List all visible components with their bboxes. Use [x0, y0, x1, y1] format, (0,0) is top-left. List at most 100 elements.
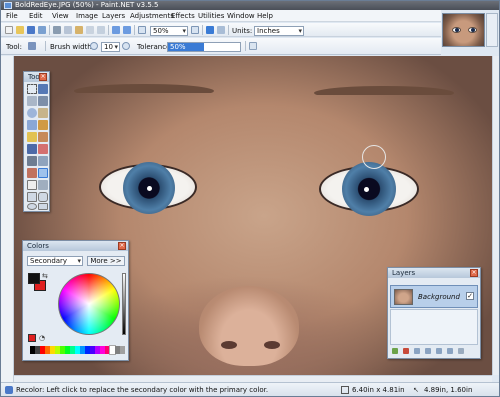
merge-layer-down-icon[interactable] [425, 348, 431, 354]
brush-width-increase-icon[interactable] [122, 42, 130, 50]
horizontal-scrollbar[interactable] [14, 375, 492, 382]
paintnet-app-icon [4, 2, 12, 9]
paint-bucket-icon[interactable] [27, 132, 37, 142]
paste-icon[interactable] [75, 26, 83, 34]
recolor-tool-icon[interactable] [28, 42, 36, 50]
copy-icon[interactable] [64, 26, 72, 34]
antialiasing-icon[interactable] [249, 42, 257, 50]
units-dropdown[interactable]: Inches [254, 26, 304, 36]
palette-current-color[interactable] [28, 334, 36, 342]
window-title: BoldRedEye.JPG (50%) - Paint.NET v3.5.5 [15, 1, 159, 9]
lasso-select-icon[interactable] [27, 96, 37, 106]
color-picker-icon[interactable] [38, 156, 48, 166]
move-selected-icon[interactable] [38, 96, 48, 106]
menu-effects[interactable]: Effects [171, 10, 195, 22]
ellipse-select-icon[interactable] [27, 108, 37, 118]
grid-icon[interactable] [217, 26, 225, 34]
colors-window-titlebar[interactable]: Colors × [23, 241, 128, 251]
zoom-tool-icon[interactable] [38, 108, 48, 118]
menu-adjustments[interactable]: Adjustments [130, 10, 174, 22]
status-cursor-position: 4.89in, 1.60in [424, 386, 473, 394]
toolbar-separator [202, 25, 203, 35]
recolor-icon[interactable] [38, 168, 48, 178]
freeform-shape-icon[interactable] [38, 203, 48, 210]
zoom-value: 50% [153, 27, 169, 35]
menu-layers[interactable]: Layers [102, 10, 125, 22]
layer-properties-icon[interactable] [458, 348, 464, 354]
menu-image[interactable]: Image [76, 10, 98, 22]
layers-list-area [390, 309, 478, 345]
brush-width-decrease-icon[interactable] [90, 42, 98, 50]
thumbnail-scroll-button[interactable] [486, 13, 498, 47]
brush-width-field[interactable]: 10 [101, 42, 120, 52]
menu-utilities[interactable]: Utilities [198, 10, 224, 22]
palette-swatch[interactable] [120, 346, 125, 354]
image-size-icon [341, 386, 349, 394]
undo-icon[interactable] [112, 26, 120, 34]
rounded-rectangle-icon[interactable] [38, 192, 48, 202]
pencil-icon[interactable] [27, 156, 37, 166]
menu-view[interactable]: View [52, 10, 69, 22]
brush-cursor [362, 145, 386, 169]
line-curve-icon[interactable] [38, 180, 48, 190]
rectangle-select-icon[interactable] [27, 84, 37, 94]
color-mode-dropdown[interactable]: Secondary [27, 256, 83, 266]
vertical-scrollbar[interactable] [492, 56, 499, 375]
text-tool-icon[interactable] [27, 180, 37, 190]
ellipse-icon[interactable] [27, 203, 37, 210]
paintbrush-icon[interactable] [27, 144, 37, 154]
rectangle-icon[interactable] [27, 192, 37, 202]
tolerance-slider[interactable]: 50% [167, 42, 241, 52]
more-colors-button[interactable]: More >> [87, 256, 125, 266]
layers-close-icon[interactable]: × [470, 269, 478, 277]
primary-color-swatch[interactable] [28, 273, 40, 284]
move-layer-down-icon[interactable] [447, 348, 453, 354]
palette-options-icon[interactable]: ◔ [39, 334, 45, 342]
zoom-out-icon[interactable] [138, 26, 146, 34]
status-image-size: 6.40in x 4.81in [352, 386, 405, 394]
redo-icon[interactable] [123, 26, 131, 34]
color-wheel[interactable] [58, 273, 120, 335]
zoom-in-icon[interactable] [191, 26, 199, 34]
color-palette[interactable] [30, 345, 125, 355]
left-margin [1, 56, 14, 382]
move-selection-icon[interactable] [38, 84, 48, 94]
menu-edit[interactable]: Edit [29, 10, 43, 22]
menu-help[interactable]: Help [257, 10, 273, 22]
cut-icon[interactable] [53, 26, 61, 34]
colors-window: Colors × Secondary More >> ⇆ ◔ [22, 240, 129, 361]
menu-window[interactable]: Window [227, 10, 255, 22]
crop-icon[interactable] [86, 26, 94, 34]
more-colors-label: More >> [90, 257, 122, 265]
status-bar: Recolor: Left click to replace the secon… [1, 382, 499, 396]
print-icon[interactable] [38, 26, 46, 34]
layer-row-background[interactable]: Background ✓ [390, 285, 478, 308]
swap-colors-icon[interactable]: ⇆ [42, 272, 48, 280]
title-bar: BoldRedEye.JPG (50%) - Paint.NET v3.5.5 [1, 1, 499, 10]
layers-window-titlebar[interactable]: Layers × [388, 268, 480, 278]
image-tab-thumbnail[interactable] [442, 13, 485, 47]
brightness-slider[interactable] [122, 273, 126, 335]
window-mode-icon[interactable] [206, 26, 214, 34]
tools-window-titlebar[interactable]: Tools × [24, 72, 49, 82]
open-icon[interactable] [16, 26, 24, 34]
magic-wand-icon[interactable] [27, 120, 37, 130]
layer-visibility-checkbox[interactable]: ✓ [466, 292, 474, 300]
deselect-icon[interactable] [97, 26, 105, 34]
delete-layer-icon[interactable] [403, 348, 409, 354]
colors-close-icon[interactable]: × [118, 242, 126, 250]
menu-file[interactable]: File [6, 10, 18, 22]
zoom-dropdown[interactable]: 50% [150, 26, 188, 36]
save-icon[interactable] [27, 26, 35, 34]
add-layer-icon[interactable] [392, 348, 398, 354]
pan-icon[interactable] [38, 120, 48, 130]
tools-close-icon[interactable]: × [39, 73, 47, 81]
eraser-icon[interactable] [38, 144, 48, 154]
units-label: Units: [232, 27, 253, 35]
new-icon[interactable] [5, 26, 13, 34]
duplicate-layer-icon[interactable] [414, 348, 420, 354]
gradient-icon[interactable] [38, 132, 48, 142]
tolerance-value: 50% [170, 43, 186, 51]
move-layer-up-icon[interactable] [436, 348, 442, 354]
clone-stamp-icon[interactable] [27, 168, 37, 178]
